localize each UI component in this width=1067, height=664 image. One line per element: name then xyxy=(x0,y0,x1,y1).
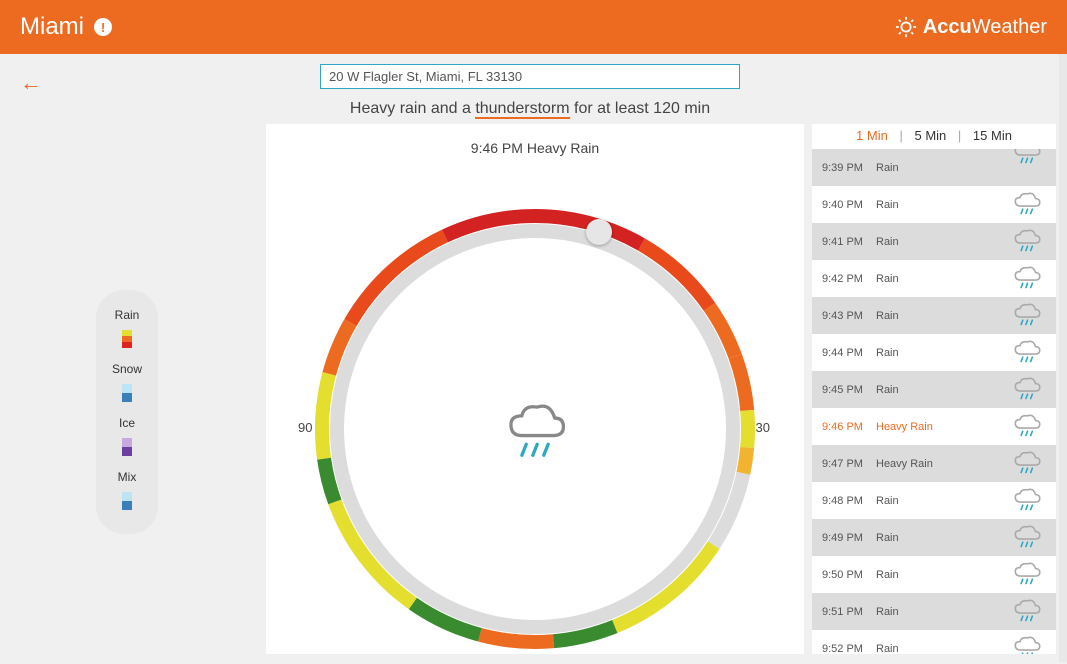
legend-label-snow: Snow xyxy=(96,362,158,376)
minute-row[interactable]: 9:40 PMRain xyxy=(812,186,1056,223)
cloud-rain-icon xyxy=(1008,447,1046,484)
minute-row[interactable]: 9:50 PMRain xyxy=(812,556,1056,593)
minute-row-time: 9:41 PM xyxy=(822,236,876,248)
minute-row-condition: Rain xyxy=(876,273,899,285)
precip-legend: Rain Snow Ice Mix xyxy=(96,290,158,534)
minute-row[interactable]: 9:39 PMRain xyxy=(812,149,1056,186)
minute-row-time: 9:50 PM xyxy=(822,569,876,581)
summary-highlight: thunderstorm xyxy=(475,100,569,119)
minute-row-time: 9:45 PM xyxy=(822,384,876,396)
cloud-rain-icon xyxy=(1008,521,1046,558)
minute-row-condition: Rain xyxy=(876,495,899,507)
minute-row[interactable]: 9:52 PMRain xyxy=(812,630,1056,654)
dial-tick-90: 90 xyxy=(298,420,312,435)
minute-row-time: 9:46 PM xyxy=(822,421,876,433)
app-header: Miami ! AccuWeather xyxy=(0,0,1067,54)
cloud-rain-icon xyxy=(1008,262,1046,299)
minutecast-dial[interactable]: 90 30 xyxy=(300,194,770,664)
minutecast-panel: 9:46 PM Heavy Rain 90 30 xyxy=(266,124,804,654)
scrollbar-track[interactable] xyxy=(1059,54,1067,662)
minute-row-time: 9:51 PM xyxy=(822,606,876,618)
dial-knob[interactable] xyxy=(586,219,612,245)
minute-row[interactable]: 9:45 PMRain xyxy=(812,371,1056,408)
minute-row-time: 9:52 PM xyxy=(822,643,876,655)
cloud-rain-icon xyxy=(500,394,570,469)
minute-row[interactable]: 9:42 PMRain xyxy=(812,260,1056,297)
dial-current-time: 9:46 PM xyxy=(471,140,523,156)
minute-row-time: 9:42 PM xyxy=(822,273,876,285)
legend-label-mix: Mix xyxy=(96,470,158,484)
cloud-rain-icon xyxy=(1008,595,1046,632)
minute-row[interactable]: 9:41 PMRain xyxy=(812,223,1056,260)
cloud-rain-icon xyxy=(1008,373,1046,410)
cloud-rain-icon xyxy=(1008,410,1046,447)
interval-separator: | xyxy=(895,128,906,143)
legend-label-ice: Ice xyxy=(96,416,158,430)
dial-tick-30: 30 xyxy=(756,420,770,435)
interval-tab-5min[interactable]: 5 Min xyxy=(910,128,950,143)
minute-row-time: 9:44 PM xyxy=(822,347,876,359)
forecast-summary: Heavy rain and a thunderstorm for at lea… xyxy=(280,100,780,118)
cloud-rain-icon xyxy=(1008,558,1046,595)
minute-row[interactable]: 9:48 PMRain xyxy=(812,482,1056,519)
minute-list[interactable]: 9:39 PMRain 9:40 PMRain 9:41 PMRain 9:42… xyxy=(812,149,1056,654)
cloud-rain-icon xyxy=(1008,225,1046,262)
dial-current-condition: Heavy Rain xyxy=(527,140,599,156)
minute-row-condition: Rain xyxy=(876,606,899,618)
minute-row-time: 9:49 PM xyxy=(822,532,876,544)
minute-row[interactable]: 9:44 PMRain xyxy=(812,334,1056,371)
brand-text-1: Accu xyxy=(923,16,972,38)
minute-row-time: 9:39 PM xyxy=(822,162,876,174)
minute-row[interactable]: 9:49 PMRain xyxy=(812,519,1056,556)
minute-row-time: 9:47 PM xyxy=(822,458,876,470)
minute-row-condition: Rain xyxy=(876,347,899,359)
legend-swatch-ice xyxy=(122,438,132,456)
minute-row-condition: Rain xyxy=(876,236,899,248)
minute-row-condition: Rain xyxy=(876,532,899,544)
interval-tab-1min[interactable]: 1 Min xyxy=(852,128,892,143)
minute-row-condition: Rain xyxy=(876,643,899,655)
cloud-rain-icon xyxy=(1008,632,1046,654)
interval-tab-15min[interactable]: 15 Min xyxy=(969,128,1016,143)
alert-icon[interactable]: ! xyxy=(94,18,112,36)
cloud-rain-icon xyxy=(1008,188,1046,225)
minute-row-time: 9:43 PM xyxy=(822,310,876,322)
minute-row[interactable]: 9:43 PMRain xyxy=(812,297,1056,334)
location-search xyxy=(320,64,740,89)
minute-row-condition: Rain xyxy=(876,162,899,174)
location-search-input[interactable] xyxy=(320,64,740,89)
cloud-rain-icon xyxy=(1008,299,1046,336)
interval-tabs: 1 Min | 5 Min | 15 Min xyxy=(812,124,1056,149)
minute-row-condition: Rain xyxy=(876,569,899,581)
minute-row-condition: Rain xyxy=(876,199,899,211)
legend-swatch-snow xyxy=(122,384,132,402)
minute-list-panel: 1 Min | 5 Min | 15 Min 9:39 PMRain 9:40 … xyxy=(812,124,1056,654)
accuweather-sun-icon xyxy=(895,16,917,38)
back-button[interactable]: ← xyxy=(20,70,42,96)
dial-current-label: 9:46 PM Heavy Rain xyxy=(266,124,804,156)
legend-swatch-rain xyxy=(122,330,132,348)
summary-lead: Heavy rain and a xyxy=(350,100,475,117)
summary-tail: for at least 120 min xyxy=(570,100,711,117)
interval-separator: | xyxy=(954,128,965,143)
minute-row-condition: Heavy Rain xyxy=(876,421,933,433)
minute-row-time: 9:48 PM xyxy=(822,495,876,507)
brand-logo: AccuWeather xyxy=(895,16,1047,39)
minute-row-condition: Rain xyxy=(876,310,899,322)
minute-row-time: 9:40 PM xyxy=(822,199,876,211)
legend-swatch-mix xyxy=(122,492,132,510)
minute-row-condition: Rain xyxy=(876,384,899,396)
minute-row[interactable]: 9:51 PMRain xyxy=(812,593,1056,630)
minute-row-condition: Heavy Rain xyxy=(876,458,933,470)
city-title: Miami xyxy=(20,13,84,41)
cloud-rain-icon xyxy=(1008,336,1046,373)
brand-text-2: Weather xyxy=(972,16,1047,38)
cloud-rain-icon xyxy=(1008,149,1046,174)
minute-row[interactable]: 9:47 PMHeavy Rain xyxy=(812,445,1056,482)
minute-row[interactable]: 9:46 PMHeavy Rain xyxy=(812,408,1056,445)
cloud-rain-icon xyxy=(1008,484,1046,521)
legend-label-rain: Rain xyxy=(96,308,158,322)
